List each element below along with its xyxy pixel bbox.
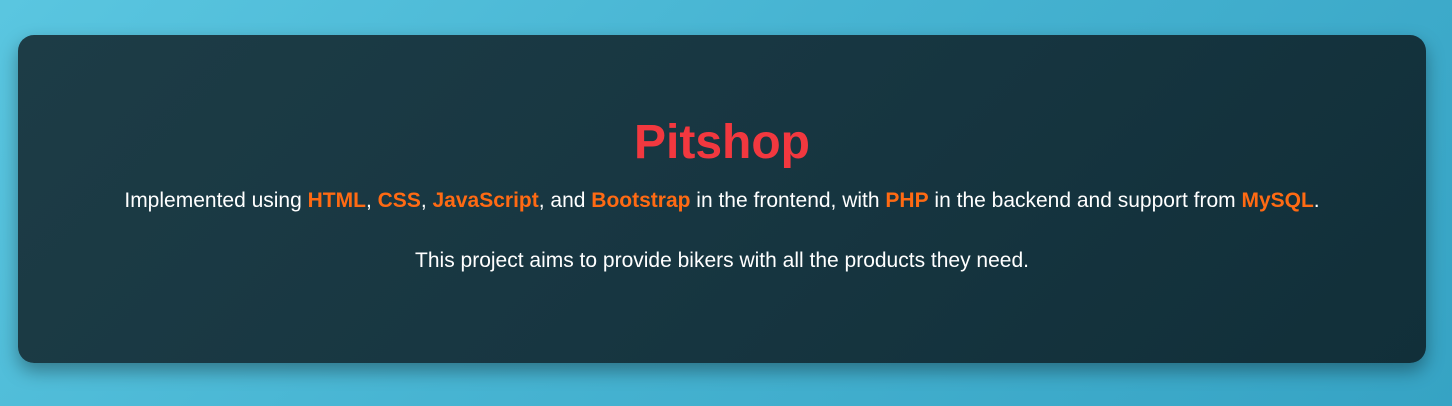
tech-html: HTML: [307, 189, 366, 212]
tech-text-2: ,: [365, 189, 378, 212]
tech-stack-description: Implemented using HTML, CSS, JavaScript,…: [18, 187, 1426, 215]
tech-text-3: ,: [420, 189, 433, 212]
tech-bootstrap: Bootstrap: [591, 189, 691, 212]
project-title: Pitshop: [634, 116, 810, 169]
tech-text-5: in the frontend, with: [690, 189, 886, 212]
tech-text-1: Implemented using: [124, 189, 308, 212]
tech-javascript: JavaScript: [432, 189, 539, 212]
tech-text-4: , and: [538, 189, 592, 212]
tech-css: CSS: [377, 189, 421, 212]
tech-text-7: .: [1313, 189, 1320, 212]
tech-mysql: MySQL: [1241, 189, 1314, 212]
tech-php: PHP: [885, 189, 929, 212]
project-aim: This project aims to provide bikers with…: [415, 249, 1029, 272]
tech-text-6: in the backend and support from: [928, 189, 1242, 212]
project-card: Pitshop Implemented using HTML, CSS, Jav…: [18, 35, 1426, 363]
